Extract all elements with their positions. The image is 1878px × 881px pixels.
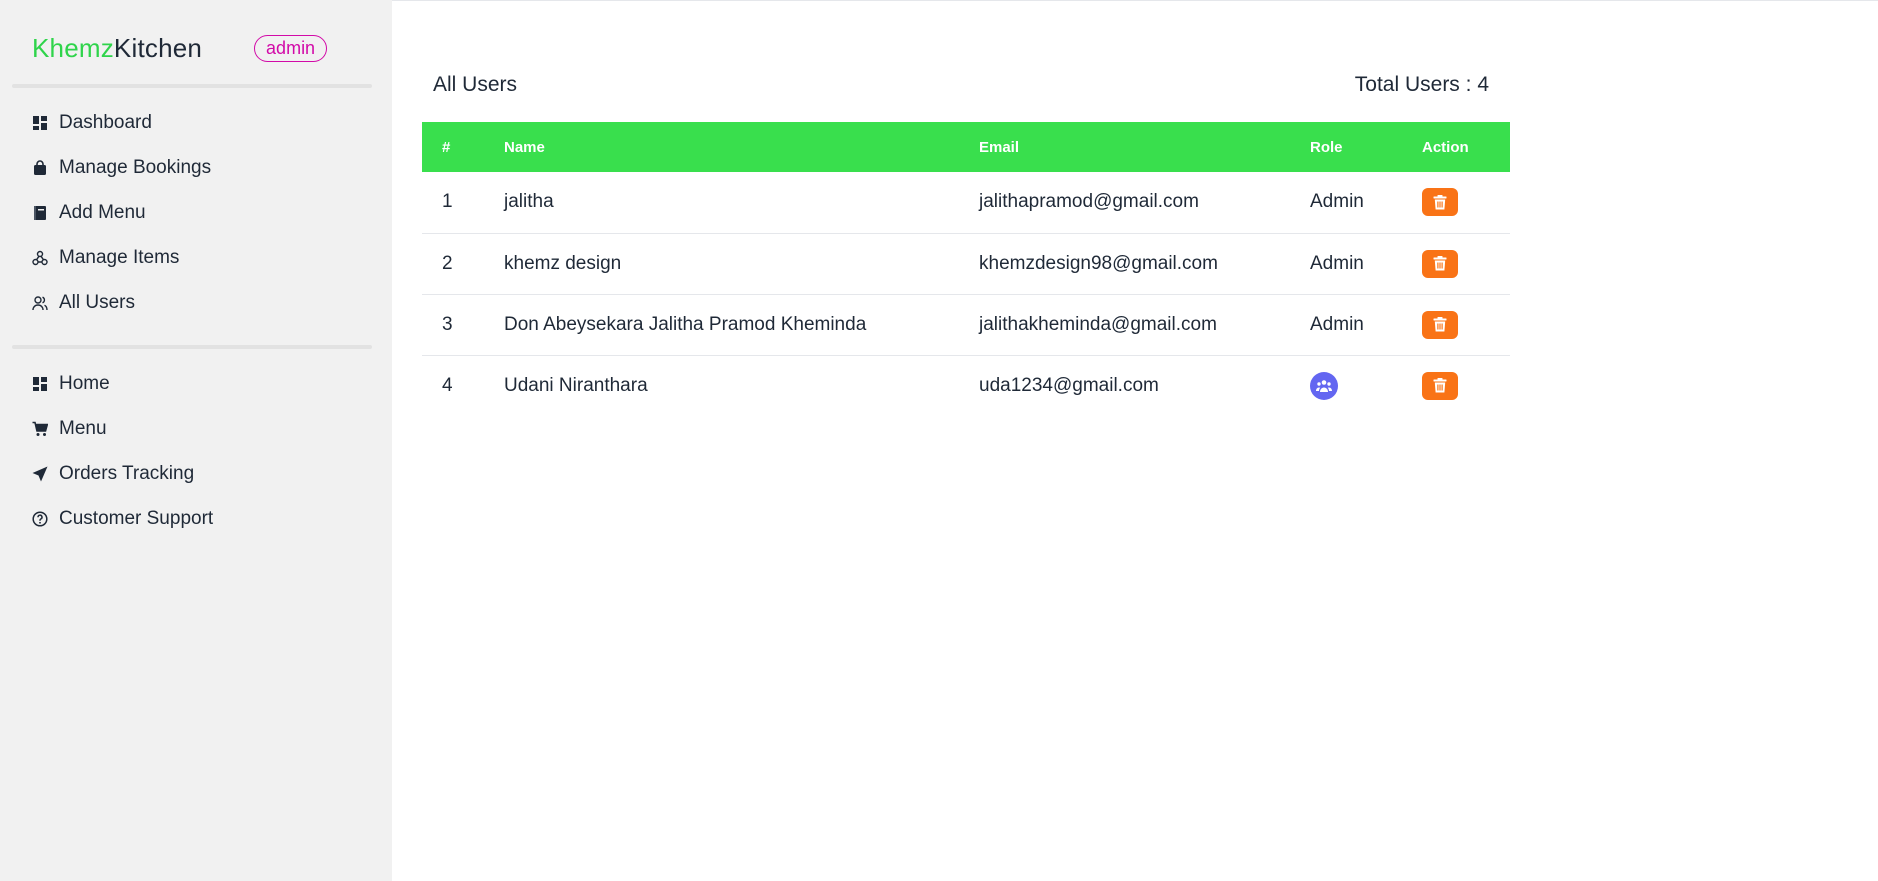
user-email: jalithakheminda@gmail.com (979, 294, 1310, 356)
user-role-cell (1310, 355, 1422, 416)
trash-icon (1433, 378, 1447, 393)
user-name: Udani Niranthara (504, 374, 648, 396)
sidebar-item-label: Manage Items (59, 246, 180, 268)
brand-part2: Kitchen (113, 32, 203, 63)
sidebar-item-customer-support[interactable]: Customer Support (0, 496, 392, 541)
dashboard-icon (32, 376, 48, 392)
make-admin-button[interactable] (1310, 371, 1338, 400)
action-cell (1422, 233, 1510, 295)
sidebar-item-label: Menu (59, 417, 107, 439)
user-name: jalitha (504, 172, 979, 234)
action-cell (1422, 355, 1510, 416)
sidebar-item-label: Manage Bookings (59, 156, 212, 178)
trash-icon (1433, 256, 1447, 271)
user-email: uda1234@gmail.com (979, 374, 1159, 396)
user-name: Don Abeysekara Jalitha Pramod Kheminda (504, 294, 979, 356)
sidebar-item-add-menu[interactable]: Add Menu (0, 190, 392, 235)
column-header-email: Email (979, 138, 1020, 156)
table-header-row: # Name Email Role Action (422, 122, 1510, 172)
total-users-count: Total Users : 4 (1354, 73, 1489, 96)
sidebar-item-label: Add Menu (59, 201, 146, 223)
user-role: Admin (1310, 233, 1422, 295)
bag-icon (32, 159, 48, 176)
user-name: khemz design (504, 233, 979, 295)
column-header-action: Action (1422, 138, 1469, 156)
row-number: 1 (422, 172, 504, 234)
question-circle-icon (32, 510, 48, 527)
trash-icon (1433, 194, 1447, 210)
delete-user-button[interactable] (1422, 310, 1458, 339)
admin-nav: Dashboard Manage Bookings Add Menu Manag… (0, 88, 392, 325)
column-header-name: Name (504, 138, 545, 156)
users-panel: All Users Total Users : 4 # Name Email R… (422, 73, 1510, 416)
column-header-role: Role (1310, 138, 1343, 156)
column-header-number: # (442, 138, 451, 156)
users-icon (32, 295, 48, 311)
main-content: All Users Total Users : 4 # Name Email R… (392, 0, 1878, 881)
sidebar-item-manage-items[interactable]: Manage Items (0, 235, 392, 280)
brand-logo[interactable]: KhemzKitchen (32, 33, 202, 64)
user-role: Admin (1310, 294, 1422, 356)
sidebar-item-dashboard[interactable]: Dashboard (0, 100, 392, 145)
sidebar: KhemzKitchen admin Dashboard Manage Book… (0, 0, 392, 881)
sidebar-item-home[interactable]: Home (0, 361, 392, 406)
action-cell (1422, 294, 1510, 356)
row-number: 3 (422, 294, 504, 356)
sidebar-item-manage-bookings[interactable]: Manage Bookings (0, 145, 392, 190)
role-badge: admin (254, 34, 328, 62)
sidebar-item-orders-tracking[interactable]: Orders Tracking (0, 451, 392, 496)
sidebar-item-label: Home (59, 372, 110, 394)
sidebar-item-label: Orders Tracking (59, 462, 195, 484)
table-row: 3 Don Abeysekara Jalitha Pramod Kheminda… (422, 294, 1510, 356)
brand-part1: Khemz (32, 32, 114, 63)
sidebar-item-label: Customer Support (59, 507, 214, 529)
sidebar-item-all-users[interactable]: All Users (0, 280, 392, 325)
users-group-icon (1316, 379, 1332, 392)
row-number: 4 (442, 374, 453, 396)
user-email: khemzdesign98@gmail.com (979, 233, 1310, 295)
trash-icon (1433, 317, 1447, 332)
dashboard-icon (32, 115, 48, 131)
book-icon (32, 205, 48, 221)
table-row: 1 jalitha jalithapramod@gmail.com Admin (422, 172, 1510, 234)
cart-icon (32, 421, 48, 437)
action-cell (1422, 172, 1510, 234)
brand-row: KhemzKitchen admin (0, 30, 392, 66)
paper-plane-icon (32, 466, 48, 482)
sidebar-item-label: All Users (59, 291, 136, 313)
delete-user-button[interactable] (1422, 188, 1458, 217)
table-row: 4 Udani Niranthara uda1234@gmail.com (422, 355, 1510, 416)
nodes-icon (32, 250, 48, 266)
delete-user-button[interactable] (1422, 371, 1458, 400)
user-email: jalithapramod@gmail.com (979, 172, 1310, 234)
sidebar-item-menu[interactable]: Menu (0, 406, 392, 451)
table-row: 2 khemz design khemzdesign98@gmail.com A… (422, 233, 1510, 295)
user-role: Admin (1310, 172, 1422, 234)
users-header: All Users Total Users : 4 (422, 73, 1510, 97)
sidebar-item-label: Dashboard (59, 111, 152, 133)
row-number: 2 (422, 233, 504, 295)
page-title: All Users (433, 73, 518, 96)
site-nav: Home Menu Orders Tracking Customer Suppo… (0, 349, 392, 541)
users-table: # Name Email Role Action 1 jalitha jalit… (422, 122, 1510, 416)
delete-user-button[interactable] (1422, 249, 1458, 278)
